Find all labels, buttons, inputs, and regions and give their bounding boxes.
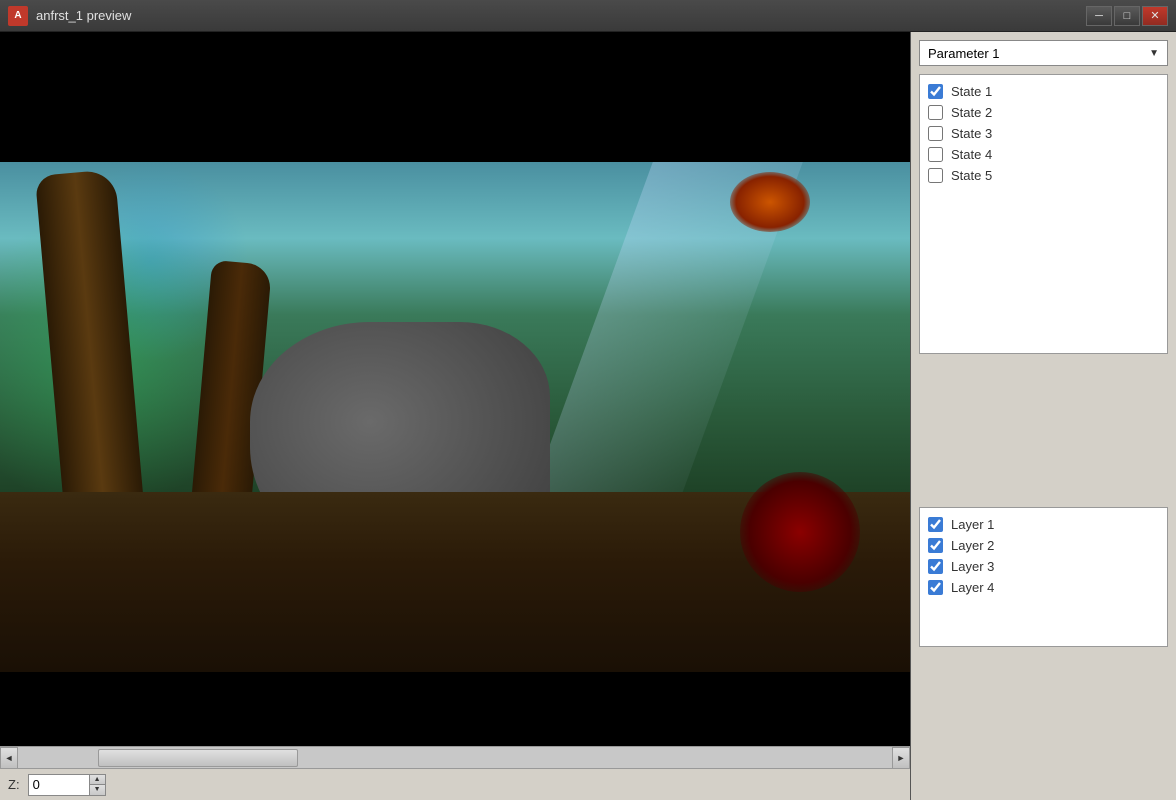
layer-item-2[interactable]: Layer 2 (928, 535, 1159, 556)
top-plant (730, 172, 810, 232)
chevron-down-icon: ▼ (1149, 48, 1159, 59)
layer-label-4: Layer 4 (951, 580, 994, 595)
scroll-thumb[interactable] (98, 749, 298, 767)
z-input-wrapper[interactable]: ▲ ▼ (28, 774, 106, 796)
layers-list: Layer 1 Layer 2 Layer 3 Layer 4 (928, 514, 1159, 598)
z-label: Z: (8, 777, 20, 792)
window-title: anfrst_1 preview (36, 8, 131, 23)
canvas-wrapper (0, 32, 910, 746)
state-item-3[interactable]: State 3 (928, 123, 1159, 144)
state-label-4: State 4 (951, 147, 992, 162)
scroll-left-button[interactable]: ◄ (0, 747, 18, 769)
layer-checkbox-4[interactable] (928, 580, 943, 595)
forest-scene (0, 162, 910, 672)
layer-label-2: Layer 2 (951, 538, 994, 553)
state-label-2: State 2 (951, 105, 992, 120)
layer-checkbox-3[interactable] (928, 559, 943, 574)
layer-checkbox-1[interactable] (928, 517, 943, 532)
minimize-button[interactable]: ─ (1086, 6, 1112, 26)
parameter-dropdown[interactable]: Parameter 1 ▼ (919, 40, 1168, 66)
z-decrement-button[interactable]: ▼ (90, 785, 105, 795)
panel-spacer (919, 362, 1168, 499)
state-label-3: State 3 (951, 126, 992, 141)
bottom-bar: Z: ▲ ▼ (0, 768, 910, 800)
title-bar-left: A anfrst_1 preview (8, 6, 131, 26)
scroll-right-button[interactable]: ► (892, 747, 910, 769)
z-input[interactable] (29, 775, 89, 795)
right-panel: Parameter 1 ▼ State 1State 2State 3State… (911, 32, 1176, 800)
state-item-2[interactable]: State 2 (928, 102, 1159, 123)
black-top-bar (0, 32, 910, 162)
states-panel: State 1 State 2 State 3 State 4 State 5 (919, 74, 1168, 354)
parameter-dropdown-label: Parameter 1 (928, 46, 1000, 61)
state-checkbox-5[interactable] (928, 168, 943, 183)
layer-label-3: Layer 3 (951, 559, 994, 574)
state-checkbox-3[interactable] (928, 126, 943, 141)
parameter-dropdown-wrapper[interactable]: Parameter 1 ▼ (919, 40, 1168, 66)
state-item-1[interactable]: State 1 (928, 81, 1159, 102)
scroll-track[interactable] (18, 747, 892, 768)
window-controls: ─ □ ✕ (1086, 6, 1168, 26)
state-checkbox-1[interactable] (928, 84, 943, 99)
app-icon: A (8, 6, 28, 26)
maximize-button[interactable]: □ (1114, 6, 1140, 26)
state-item-5[interactable]: State 5 (928, 165, 1159, 186)
flowers (740, 472, 860, 592)
bottom-spacer (919, 655, 1168, 792)
state-item-4[interactable]: State 4 (928, 144, 1159, 165)
layer-checkbox-2[interactable] (928, 538, 943, 553)
main-content: ◄ ► Z: ▲ ▼ Parameter 1 (0, 32, 1176, 800)
z-spinner[interactable]: ▲ ▼ (89, 775, 105, 795)
layer-item-3[interactable]: Layer 3 (928, 556, 1159, 577)
state-label-1: State 1 (951, 84, 992, 99)
title-bar: A anfrst_1 preview ─ □ ✕ (0, 0, 1176, 32)
layer-item-4[interactable]: Layer 4 (928, 577, 1159, 598)
close-button[interactable]: ✕ (1142, 6, 1168, 26)
layers-panel: Layer 1 Layer 2 Layer 3 Layer 4 (919, 507, 1168, 647)
state-label-5: State 5 (951, 168, 992, 183)
layer-label-1: Layer 1 (951, 517, 994, 532)
state-checkbox-2[interactable] (928, 105, 943, 120)
horizontal-scrollbar[interactable]: ◄ ► (0, 746, 910, 768)
preview-area: ◄ ► Z: ▲ ▼ (0, 32, 911, 800)
state-checkbox-4[interactable] (928, 147, 943, 162)
layer-item-1[interactable]: Layer 1 (928, 514, 1159, 535)
z-increment-button[interactable]: ▲ (90, 775, 105, 786)
states-list: State 1 State 2 State 3 State 4 State 5 (928, 81, 1159, 186)
